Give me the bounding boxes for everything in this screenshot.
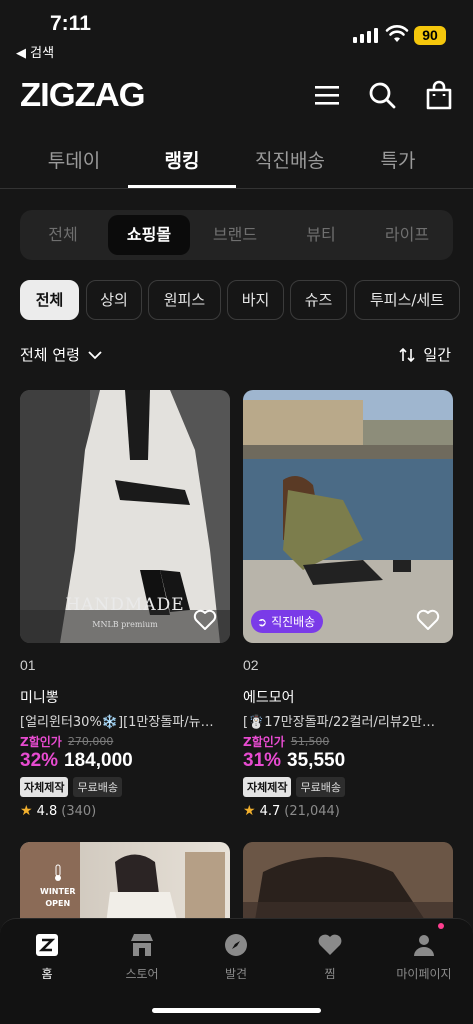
- shopping-bag-icon[interactable]: [424, 80, 454, 110]
- own-production-badge: 자체제작: [243, 777, 292, 797]
- rating-value: 4.8: [36, 803, 58, 819]
- nav-mypage[interactable]: 마이페이지: [384, 931, 464, 982]
- z-price-line: Z할인가 51,500: [243, 733, 453, 750]
- home-indicator: [152, 1008, 321, 1013]
- segment-beauty[interactable]: 뷰티: [280, 215, 362, 255]
- free-shipping-badge: 무료배송: [296, 777, 345, 797]
- status-time: 7:11: [50, 12, 91, 35]
- nav-store-label: 스토어: [125, 967, 159, 981]
- compass-icon: [225, 934, 247, 956]
- segment-shoppingmall[interactable]: 쇼핑몰: [108, 215, 190, 255]
- nav-store[interactable]: 스토어: [102, 931, 182, 982]
- review-count: (340): [61, 803, 97, 819]
- nav-home[interactable]: 홈: [7, 931, 87, 982]
- status-bar: 7:11 ◀ 검색 90: [0, 0, 473, 64]
- badge-row: 자체제작 무료배송: [243, 777, 453, 797]
- tab-today[interactable]: 투데이: [20, 146, 128, 173]
- star-icon: ★: [243, 803, 256, 819]
- winter-label: WINTER: [40, 887, 76, 896]
- own-production-badge: 자체제작: [20, 777, 69, 797]
- free-shipping-badge: 무료배송: [73, 777, 122, 797]
- original-price: 270,000: [67, 735, 114, 748]
- review-count: (21,044): [284, 803, 340, 819]
- chip-dresses[interactable]: 원피스: [148, 280, 221, 320]
- nav-discover-label: 발견: [224, 967, 248, 981]
- wishlist-heart-icon[interactable]: [192, 607, 218, 633]
- segment-all[interactable]: 전체: [22, 215, 104, 255]
- menu-icon[interactable]: [312, 80, 342, 110]
- zigzag-logo[interactable]: ZIGZAG: [20, 76, 146, 114]
- category-chip-row: 전체 상의 원피스 바지 슈즈 투피스/세트: [20, 280, 473, 320]
- discount-rate: 31%: [243, 750, 282, 771]
- wishlist-heart-icon[interactable]: [415, 607, 441, 633]
- shop-name[interactable]: 에드모어: [243, 687, 453, 707]
- badge-row: 자체제작 무료배송: [20, 777, 230, 797]
- store-icon: [131, 934, 153, 956]
- chip-shoes[interactable]: 슈즈: [290, 280, 347, 320]
- rating-line: ★ 4.8 (340): [20, 803, 230, 819]
- nav-wishlist-label: 찜: [324, 967, 336, 981]
- riverside-photo-illustration: [243, 390, 453, 643]
- tab-ranking[interactable]: 랭킹: [128, 146, 236, 173]
- main-tab-bar: 투데이 랭킹 직진배송 특가: [0, 140, 473, 189]
- sort-period-button[interactable]: 일간: [399, 344, 451, 365]
- direct-delivery-label: 직진배송: [271, 615, 316, 629]
- rank-number: 01: [20, 657, 36, 673]
- z-discount-label: Z할인가: [20, 735, 62, 749]
- shop-name[interactable]: 미니뽕: [20, 687, 230, 707]
- tab-direct-delivery[interactable]: 직진배송: [236, 146, 344, 173]
- product-image-1[interactable]: HANDMADE MNLB premium: [20, 390, 230, 643]
- person-icon: [414, 935, 434, 956]
- nav-wishlist[interactable]: 찜: [290, 931, 370, 982]
- signal-icon: [353, 28, 378, 43]
- rating-value: 4.7: [259, 803, 281, 819]
- direct-delivery-icon: ➲: [257, 614, 268, 629]
- z-discount-label: Z할인가: [243, 735, 285, 749]
- price-line: 32% 184,000: [20, 750, 230, 772]
- product-name: [얼리윈터30%❄️][1만장돌파/뉴…: [20, 715, 214, 730]
- direct-delivery-badge: ➲ 직진배송: [251, 610, 324, 633]
- nav-mypage-label: 마이페이지: [396, 967, 452, 981]
- search-icon[interactable]: [367, 80, 397, 110]
- winter-open-label: WINTER OPEN: [40, 864, 76, 910]
- battery-indicator: 90: [414, 26, 446, 45]
- nav-discover[interactable]: 발견: [196, 931, 276, 982]
- z-price-line: Z할인가 270,000: [20, 733, 230, 750]
- open-label: OPEN: [45, 899, 71, 908]
- price-line: 31% 35,550: [243, 750, 453, 772]
- sale-price: 184,000: [64, 750, 133, 771]
- rank-number: 02: [243, 657, 259, 673]
- wifi-icon: [385, 25, 409, 42]
- discount-rate: 32%: [20, 750, 59, 771]
- notification-dot: [438, 923, 444, 929]
- chip-all[interactable]: 전체: [20, 280, 79, 320]
- chevron-down-icon: [88, 350, 102, 359]
- category-segment-control: 전체 쇼핑몰 브랜드 뷰티 라이프: [20, 210, 453, 260]
- product-name: [☃️17만장돌파/22컬러/리뷰2만…: [243, 715, 436, 730]
- rating-line: ★ 4.7 (21,044): [243, 803, 453, 819]
- chip-tops[interactable]: 상의: [86, 280, 142, 320]
- sale-price: 35,550: [287, 750, 346, 771]
- home-z-icon: [36, 934, 58, 956]
- age-filter-dropdown[interactable]: 전체 연령: [20, 344, 102, 365]
- active-tab-indicator: [128, 185, 236, 188]
- sort-period-label: 일간: [423, 346, 451, 364]
- sort-arrows-icon: [399, 347, 415, 362]
- heart-icon: [318, 934, 342, 955]
- age-filter-label: 전체 연령: [20, 346, 80, 364]
- chip-pants[interactable]: 바지: [227, 280, 284, 320]
- product-image-2[interactable]: ➲ 직진배송: [243, 390, 453, 643]
- segment-brand[interactable]: 브랜드: [194, 215, 276, 255]
- tab-special-deal[interactable]: 특가: [344, 146, 452, 173]
- star-icon: ★: [20, 803, 33, 819]
- chip-twopiece-set[interactable]: 투피스/세트: [354, 280, 460, 320]
- back-to-search-link[interactable]: ◀ 검색: [16, 42, 54, 61]
- product-card-1[interactable]: HANDMADE MNLB premium 01 미니뽕 [얼리윈터30%❄️]…: [20, 390, 230, 819]
- segment-life[interactable]: 라이프: [366, 215, 448, 255]
- nav-home-label: 홈: [41, 967, 53, 981]
- thermometer-icon: [54, 864, 61, 881]
- original-price: 51,500: [290, 735, 330, 748]
- product-card-2[interactable]: ➲ 직진배송 02 에드모어 [☃️17만장돌파/22컬러/리뷰2만… Z할인가…: [243, 390, 453, 819]
